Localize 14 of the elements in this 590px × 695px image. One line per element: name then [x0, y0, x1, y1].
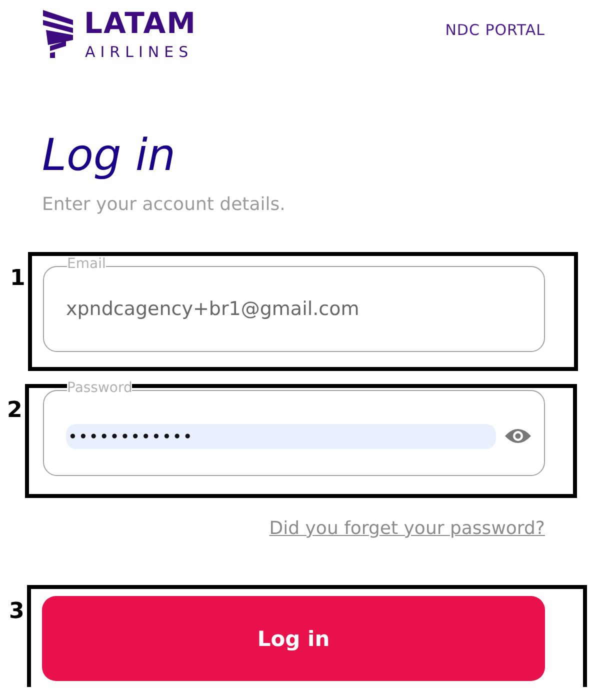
- field-value: xpndcagency+br1@gmail.com: [66, 298, 360, 320]
- annotation-number: 1: [10, 266, 26, 291]
- logo-tagline: AIRLINES: [84, 44, 194, 60]
- annotation-number: 3: [9, 599, 24, 624]
- forgot-password-link[interactable]: Did you forget your password?: [269, 518, 545, 539]
- portal-label: NDC PORTAL: [445, 21, 545, 39]
- annotation-number: 2: [7, 398, 22, 423]
- eye-icon[interactable]: [504, 427, 532, 445]
- field-value: ••••••••••••: [66, 424, 496, 448]
- logo-icon: [42, 8, 74, 58]
- login-button[interactable]: Log in: [42, 596, 545, 681]
- logo-name: LATAM: [84, 8, 197, 38]
- page-subtitle: Enter your account details.: [42, 194, 286, 215]
- page-title: Log in: [42, 130, 176, 182]
